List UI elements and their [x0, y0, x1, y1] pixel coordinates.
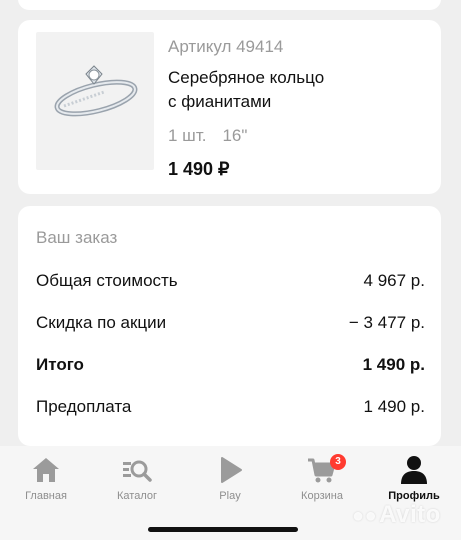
order-row-label: Предоплата: [36, 397, 132, 416]
profile-icon: [401, 456, 427, 484]
tab-profile[interactable]: Профиль: [368, 454, 460, 502]
order-row-prepayment: Предоплата 1 490 р.: [36, 397, 425, 417]
order-row-value: 1 490 р.: [362, 355, 425, 374]
home-icon: [33, 458, 59, 482]
product-size: 16": [222, 126, 248, 145]
watermark-text: Avito: [379, 501, 441, 528]
order-row-value: 1 490 р.: [363, 397, 425, 416]
order-row-value: 4 967 р.: [363, 271, 425, 290]
tab-cart[interactable]: 3 Корзина: [276, 454, 368, 502]
cart-badge: 3: [330, 454, 346, 470]
product-sku: Артикул 49414: [168, 37, 284, 56]
tab-label: Каталог: [117, 490, 157, 502]
tab-play[interactable]: Play: [184, 454, 276, 502]
order-row-total-cost: Общая стоимость 4 967 р.: [36, 271, 425, 291]
product-card[interactable]: Артикул 49414 Серебряное кольцо с фианит…: [18, 20, 441, 194]
tab-home[interactable]: Главная: [0, 454, 92, 502]
tab-label: Главная: [25, 490, 67, 502]
product-title[interactable]: Серебряное кольцо с фианитами: [168, 66, 418, 114]
avito-dots-icon: ●●: [352, 505, 378, 527]
product-price: 1 490 ₽: [168, 159, 230, 179]
avito-watermark: ●●Avito: [352, 501, 441, 529]
order-summary-card: Ваш заказ Общая стоимость 4 967 р. Скидк…: [18, 206, 441, 446]
catalog-search-icon: [123, 460, 152, 482]
order-row-label: Итого: [36, 355, 84, 374]
previous-card: [18, 0, 441, 10]
home-indicator[interactable]: [148, 527, 298, 532]
tab-label: Play: [219, 490, 241, 502]
order-row-value: − 3 477 р.: [348, 313, 425, 332]
product-quantity-size: 1 шт. 16": [168, 126, 247, 146]
tab-catalog[interactable]: Каталог: [91, 454, 183, 502]
play-icon: [221, 457, 242, 483]
product-image[interactable]: [36, 32, 154, 170]
order-row-label: Общая стоимость: [36, 271, 178, 290]
order-row-discount: Скидка по акции − 3 477 р.: [36, 313, 425, 333]
order-row-grand-total: Итого 1 490 р.: [36, 355, 425, 375]
ring-icon: [54, 65, 138, 117]
order-summary-title: Ваш заказ: [36, 228, 118, 247]
product-quantity: 1 шт.: [168, 126, 207, 145]
order-row-label: Скидка по акции: [36, 313, 167, 332]
product-title-line2: с фианитами: [168, 92, 272, 111]
product-title-line1: Серебряное кольцо: [168, 68, 325, 87]
